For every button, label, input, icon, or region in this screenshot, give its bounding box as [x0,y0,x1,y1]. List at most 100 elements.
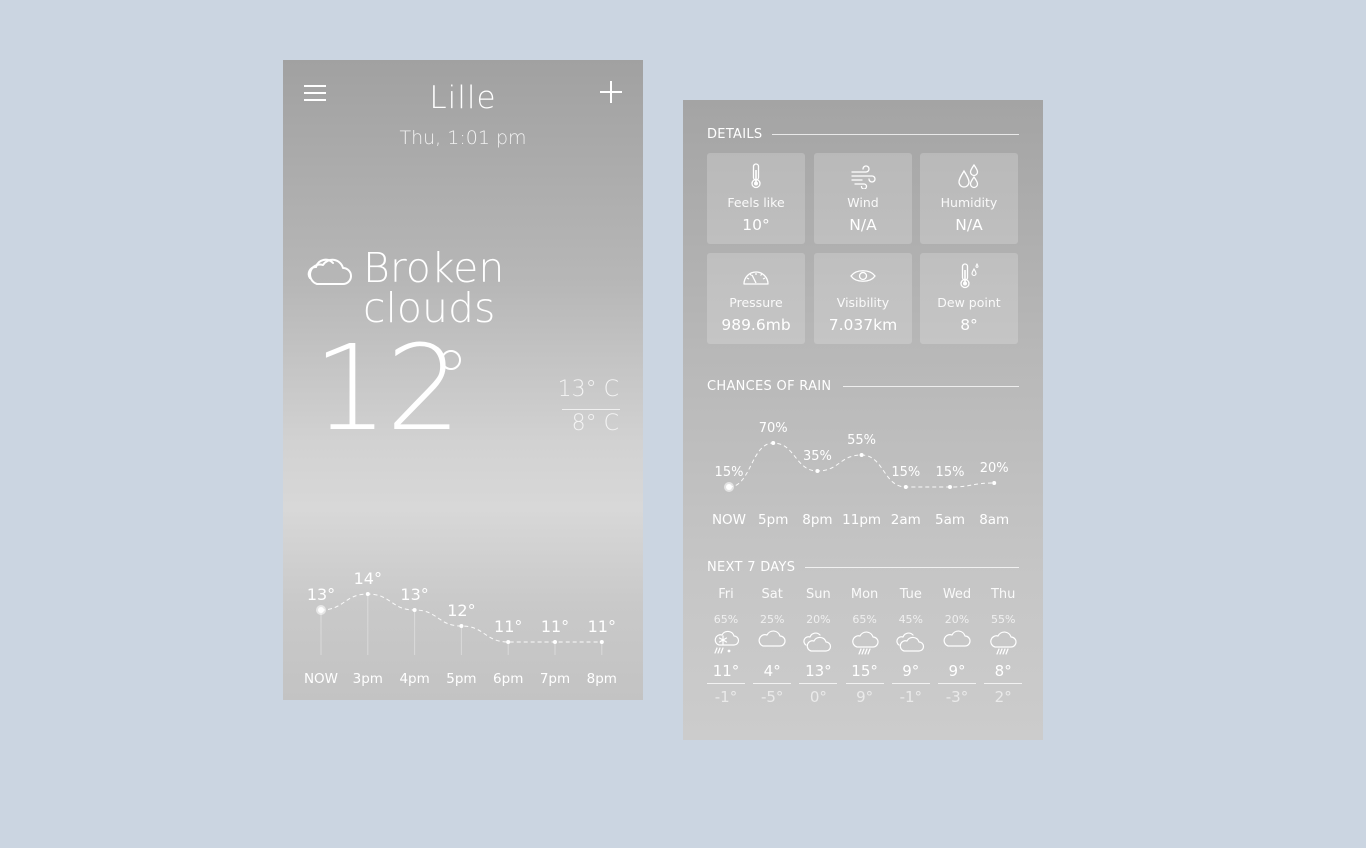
city-name: Lille [429,80,497,116]
category-label: 5pm [758,512,788,528]
weather-icon-wrap [888,629,934,657]
rain-icon [851,631,879,655]
data-point [771,441,776,445]
feels-like-label: Feels like [727,195,785,210]
snow-icon [714,630,740,654]
data-label: 15% [715,465,744,480]
category-label: 8am [979,512,1009,528]
dew-point-card[interactable]: Dew point 8° [920,253,1018,344]
details-panel: DETAILS Feels like 10° Wind N/A Humidity… [683,100,1043,740]
day-forecast[interactable]: Fri 65% 11° -1° [703,586,749,707]
data-point [553,640,557,644]
data-point [859,453,864,457]
high-temperature: 13° C [557,377,619,402]
day-forecast[interactable]: Mon 65% 15° 9° [842,586,888,707]
data-label: 15% [891,465,920,480]
hourly-forecast-chart: 13° NOW 14° 3pm 13° 4pm 12° 5pm 11° 6pm 11° 7pm 11° 8… [304,569,617,687]
temp-divider [753,683,792,684]
visibility-label: Visibility [836,295,890,310]
thermometer-icon [751,163,761,189]
day-name: Sun [806,587,831,602]
rain-chance: 65% [852,613,877,626]
cloud-icon [307,258,352,285]
wind-icon [851,165,876,189]
day-name: Fri [718,587,734,602]
day-forecast[interactable]: Thu 55% 8° 2° [980,586,1026,707]
pressure-card[interactable]: Pressure 989.6mb [707,253,805,344]
high-temp: 8° [994,662,1012,680]
rain-chance-chart: 15% NOW 70% 5pm 35% 8pm 55% 11pm 15% 2am 15% 5am 20%… [712,421,1009,528]
degree-symbol [441,350,461,370]
wind-value: N/A [849,216,877,234]
clouds-icon [896,632,924,652]
rain-chance: 25% [759,613,785,626]
hi-lo-divider [562,409,620,410]
gauge-icon [743,271,769,285]
cloud-icon [943,630,971,647]
dew-point-label: Dew point [937,295,1001,310]
week-divider [805,567,1019,568]
low-temp: -5° [760,688,784,706]
day-forecast[interactable]: Wed 20% 9° -3° [934,586,980,707]
category-label: 3pm [353,671,383,687]
category-label: 2am [891,512,921,528]
low-temperature: 8° C [571,411,619,436]
high-temp: 11° [712,662,740,680]
category-label: 8pm [587,671,617,687]
clouds-icon [803,632,832,652]
temp-divider [799,683,838,684]
visibility-card[interactable]: Visibility 7.037km [814,253,912,344]
humidity-value: N/A [955,216,983,234]
details-title: DETAILS [707,127,763,142]
dew-point-icon [960,263,979,289]
day-forecast[interactable]: Sat 25% 4° -5° [749,586,795,707]
data-point [726,484,732,490]
high-temp: 4° [763,662,781,680]
weather-icon-wrap [842,629,888,657]
weather-icon-wrap [703,629,749,657]
day-forecast[interactable]: Tue 45% 9° -1° [888,586,934,707]
high-temp: 15° [851,662,878,680]
data-label: 13° [307,585,335,604]
high-temp: 9° [902,662,920,680]
data-label: 13° [400,585,428,604]
low-temp: 9° [856,688,874,706]
rain-chance: 20% [806,613,831,626]
data-label: 12° [447,601,475,620]
current-weather-panel: Lille Thu, 1:01 pm Broken clouds 12 13° … [283,60,643,700]
details-divider [772,134,1019,135]
pressure-label: Pressure [729,295,783,310]
data-label: 35% [803,449,832,464]
category-label: NOW [712,512,746,528]
low-temp: 2° [994,688,1012,706]
current-temperature: 12 [313,319,461,457]
day-forecast[interactable]: Sun 20% 13° 0° [795,586,841,707]
data-point [412,608,417,612]
visibility-value: 7.037km [828,316,898,334]
condition-line-1: Broken [363,244,505,292]
humidity-label: Humidity [940,195,998,210]
rain-chance: 45% [898,613,924,626]
rain-chance: 20% [944,613,970,626]
day-name: Wed [942,587,972,602]
data-point [992,481,997,485]
category-label: 5am [935,512,965,528]
feels-like-card[interactable]: Feels like 10° [707,153,805,244]
low-temp: -1° [714,688,738,706]
data-label: 20% [980,461,1009,476]
humidity-card[interactable]: Humidity N/A [920,153,1018,244]
data-point [815,469,820,473]
weather-icon-wrap [934,629,980,657]
day-name: Thu [990,587,1016,602]
wind-card[interactable]: Wind N/A [814,153,912,244]
high-temp: 9° [948,662,966,680]
data-label: 15% [936,465,965,480]
wind-label: Wind [847,195,879,210]
data-point [506,640,511,644]
category-label: NOW [304,671,338,687]
category-label: 5pm [446,671,476,687]
category-label: 7pm [540,671,570,687]
low-temp: -1° [899,688,923,706]
high-temp: 13° [805,662,832,680]
temp-divider [845,683,884,684]
